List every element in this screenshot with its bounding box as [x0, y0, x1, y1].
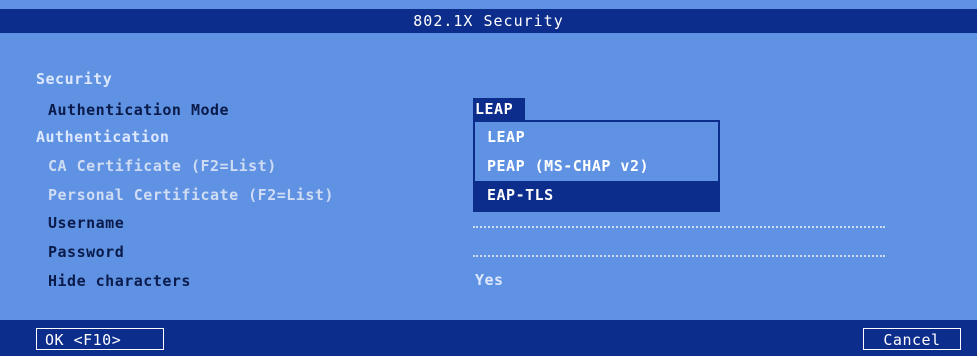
- hide-characters-label: Hide characters: [48, 272, 191, 290]
- dropdown-option-leap[interactable]: LEAP: [475, 123, 718, 152]
- cancel-button[interactable]: Cancel: [863, 328, 961, 350]
- dropdown-option-eap-tls[interactable]: EAP-TLS: [475, 181, 718, 210]
- auth-mode-dropdown: LEAP PEAP (MS-CHAP v2) EAP-TLS: [473, 120, 720, 212]
- password-label: Password: [48, 243, 125, 261]
- auth-mode-label: Authentication Mode: [48, 101, 230, 119]
- username-label: Username: [48, 214, 125, 232]
- ca-cert-label: CA Certificate (F2=List): [48, 157, 277, 175]
- dialog-title: 802.1X Security: [0, 9, 977, 33]
- dialog-window: 802.1X Security Security Authentication …: [0, 0, 977, 356]
- ok-button[interactable]: OK <F10>: [36, 328, 164, 350]
- hide-characters-value[interactable]: Yes: [475, 270, 504, 290]
- password-field[interactable]: [473, 245, 885, 257]
- section-security: Security: [36, 70, 113, 88]
- section-authentication: Authentication: [36, 128, 170, 146]
- button-bar: OK <F10> Cancel: [0, 320, 977, 356]
- personal-cert-label: Personal Certificate (F2=List): [48, 186, 334, 204]
- username-field[interactable]: [473, 216, 885, 228]
- auth-mode-select[interactable]: LEAP: [473, 98, 525, 120]
- dropdown-option-peap[interactable]: PEAP (MS-CHAP v2): [475, 152, 718, 181]
